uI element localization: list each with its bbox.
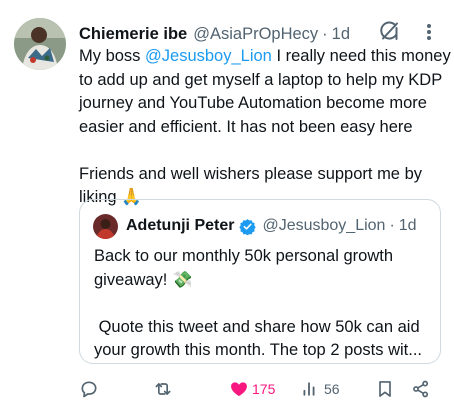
like-count: 175	[252, 381, 276, 397]
quote-timestamp[interactable]: 1d	[399, 217, 417, 235]
quote-separator-dot: ·	[389, 217, 395, 234]
quote-text: Back to our monthly 50k personal growth …	[94, 247, 423, 359]
body-suffix: I really need this money to add up and g…	[79, 47, 451, 206]
reply-icon	[81, 381, 97, 398]
tweet-text: My boss @Jesusboy_Lion I really need thi…	[79, 45, 451, 210]
action-bar: 175 56	[79, 376, 439, 402]
author-name[interactable]: Chiemerie ibe	[79, 25, 187, 44]
repost-button[interactable]	[153, 376, 176, 402]
separator-dot: ·	[322, 24, 328, 43]
tweet[interactable]: Chiemerie ibe @AsiaPrOpHecy · 1d My boss…	[0, 0, 454, 419]
mention-link[interactable]: @Jesusboy_Lion	[145, 47, 272, 65]
views-icon	[303, 382, 315, 396]
more-icon[interactable]	[420, 22, 438, 42]
share-icon	[413, 380, 429, 398]
views-button[interactable]: 56	[301, 376, 340, 402]
bookmark-icon	[379, 381, 391, 397]
quote-author-name[interactable]: Adetunji Peter	[126, 217, 234, 235]
body-prefix: My boss	[79, 47, 146, 65]
views-count: 56	[324, 381, 340, 397]
reply-button[interactable]	[79, 376, 102, 402]
verified-badge-icon	[239, 218, 257, 235]
like-button[interactable]: 175	[229, 376, 275, 402]
author-avatar[interactable]	[14, 18, 66, 70]
quote-author-handle[interactable]: @Jesusboy_Lion	[262, 217, 385, 235]
share-button[interactable]	[411, 376, 431, 402]
bookmark-button[interactable]	[375, 376, 395, 402]
quoted-tweet[interactable]: Adetunji Peter @Jesusboy_Lion · 1d Back …	[79, 199, 441, 364]
like-icon	[231, 382, 247, 397]
grok-icon[interactable]	[377, 19, 401, 43]
tweet-header: Chiemerie ibe @AsiaPrOpHecy · 1d	[79, 22, 350, 46]
quote-header: Adetunji Peter @Jesusboy_Lion · 1d	[126, 215, 417, 237]
author-handle[interactable]: @AsiaPrOpHecy	[193, 25, 318, 44]
tweet-timestamp[interactable]: 1d	[332, 25, 350, 44]
quote-author-avatar[interactable]	[93, 214, 118, 239]
repost-icon	[155, 383, 171, 395]
